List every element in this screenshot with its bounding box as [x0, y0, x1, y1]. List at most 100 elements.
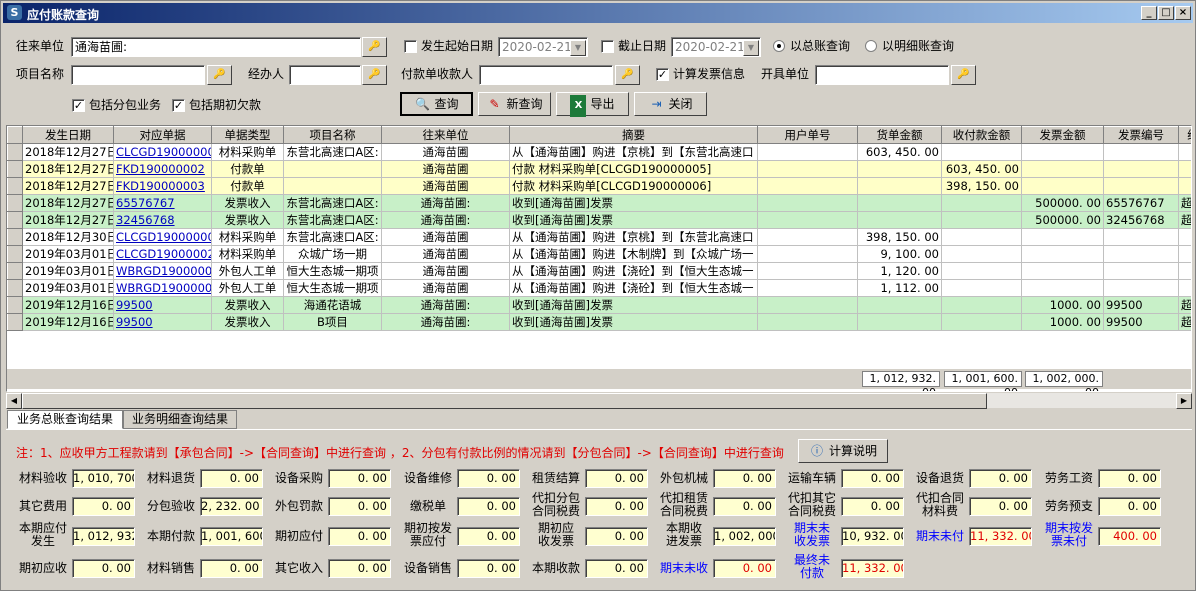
table-row[interactable]: 2019年12月16日 99500 发票收入 海通花语城 通海苗圃: 收到[通海苗圃]发票…: [7, 296, 1191, 314]
column-header[interactable]: 收付款金额: [941, 126, 1022, 144]
column-header[interactable]: 货单金额: [857, 126, 942, 144]
radio-detail[interactable]: [865, 40, 877, 52]
end-date-input[interactable]: 2020-02-21 ▼: [671, 37, 761, 57]
column-header[interactable]: 对应单据: [113, 126, 212, 144]
chevron-down-icon[interactable]: ▼: [743, 40, 759, 56]
column-header[interactable]: 发生日期: [22, 126, 114, 144]
summary-value[interactable]: 0. 00: [585, 469, 648, 488]
column-header[interactable]: 摘要: [509, 126, 758, 144]
row-indicator[interactable]: [7, 211, 23, 229]
summary-value[interactable]: 0. 00: [200, 469, 263, 488]
project-lookup-icon[interactable]: 🔑: [207, 65, 232, 85]
row-indicator[interactable]: [7, 228, 23, 246]
chevron-down-icon[interactable]: ▼: [570, 40, 586, 56]
export-button[interactable]: X 导出: [556, 92, 629, 117]
row-indicator[interactable]: [7, 194, 23, 212]
doc-link[interactable]: FKD190000003: [116, 179, 205, 193]
close-button[interactable]: ⇥ 关闭: [634, 92, 707, 116]
summary-value[interactable]: 1, 001, 600.: [200, 527, 263, 546]
summary-value[interactable]: 0. 00: [457, 527, 520, 546]
doc-link[interactable]: CLCGD190000022: [116, 247, 211, 261]
table-row[interactable]: 2018年12月30日 CLCGD190000006 材料采购单 东营北高速口A区: 通…: [7, 228, 1191, 246]
summary-value[interactable]: 0. 00: [72, 497, 135, 516]
calc-explain-button[interactable]: ⓘ 计算说明: [798, 439, 888, 463]
table-row[interactable]: 2018年12月27日 32456768 发票收入 东营北高速口A区: 通海苗圃: 收到[…: [7, 211, 1191, 229]
summary-value[interactable]: 0. 00: [328, 559, 391, 578]
table-row[interactable]: 2019年12月16日 99500 发票收入 B项目 通海苗圃: 收到[通海苗圃]发票 10…: [7, 313, 1191, 331]
table-row[interactable]: 2019年03月01日 CLCGD190000022 材料采购单 众城广场一期 通海苗圃…: [7, 245, 1191, 263]
summary-value[interactable]: 0. 00: [457, 559, 520, 578]
issuer-lookup-icon[interactable]: 🔑: [951, 65, 976, 85]
invoice-info-checkbox[interactable]: ✓: [656, 68, 669, 81]
row-indicator[interactable]: [7, 296, 23, 314]
summary-value[interactable]: 10, 932. 00: [841, 527, 904, 546]
summary-value[interactable]: 0. 00: [841, 497, 904, 516]
summary-value[interactable]: 0. 00: [457, 497, 520, 516]
payee-input[interactable]: [479, 65, 613, 85]
summary-value[interactable]: 0. 00: [969, 497, 1032, 516]
column-header[interactable]: 用户单号: [757, 126, 858, 144]
minimize-button[interactable]: _: [1141, 6, 1157, 20]
summary-value[interactable]: 11, 332. 00: [969, 527, 1032, 546]
summary-value[interactable]: 0. 00: [585, 497, 648, 516]
payee-lookup-icon[interactable]: 🔑: [615, 65, 640, 85]
handler-lookup-icon[interactable]: 🔑: [362, 65, 387, 85]
handler-input[interactable]: [289, 65, 361, 85]
table-row[interactable]: 2019年03月01日WBRGD190000015外包人工单恒大生态城一期项通海…: [7, 279, 1191, 297]
row-indicator[interactable]: [7, 262, 23, 280]
vendor-input[interactable]: 通海苗圃:: [71, 37, 361, 57]
doc-link[interactable]: 65576767: [116, 196, 175, 210]
query-button[interactable]: 🔍 查询: [400, 92, 473, 116]
table-row[interactable]: 2018年12月27日 65576767 发票收入 东营北高速口A区: 通海苗圃: 收到[…: [7, 194, 1191, 212]
project-input[interactable]: [71, 65, 205, 85]
column-header[interactable]: 经: [1178, 126, 1191, 144]
summary-value[interactable]: 400. 00: [1098, 527, 1161, 546]
summary-value[interactable]: 0. 00: [585, 527, 648, 546]
tab-summary[interactable]: 业务总账查询结果: [7, 410, 123, 429]
column-header[interactable]: 单据类型: [211, 126, 284, 144]
close-window-button[interactable]: ×: [1175, 6, 1191, 20]
tab-detail[interactable]: 业务明细查询结果: [123, 410, 237, 429]
row-indicator[interactable]: [7, 313, 23, 331]
doc-link[interactable]: FKD190000002: [116, 162, 205, 176]
horizontal-scrollbar[interactable]: ◀ ▶: [6, 392, 1192, 409]
row-indicator[interactable]: [7, 160, 23, 178]
scroll-left-icon[interactable]: ◀: [6, 393, 22, 409]
summary-value[interactable]: 11, 332. 00: [841, 559, 904, 578]
column-header[interactable]: 往来单位: [381, 126, 510, 144]
results-grid[interactable]: 发生日期 对应单据 单据类型 项目名称 往来单位 摘要 用户单号 货单金额 收付款金额 发票金额发…: [6, 125, 1192, 392]
summary-value[interactable]: 0. 00: [328, 469, 391, 488]
row-indicator[interactable]: [7, 177, 23, 195]
summary-value[interactable]: 0. 00: [713, 469, 776, 488]
summary-value[interactable]: 1, 010, 700.: [72, 469, 135, 488]
summary-value[interactable]: 0. 00: [457, 469, 520, 488]
doc-link[interactable]: WBRGD190000014: [116, 264, 211, 278]
scroll-thumb[interactable]: [22, 393, 987, 409]
row-indicator[interactable]: [7, 245, 23, 263]
table-row[interactable]: 2018年12月27日 FKD190000003 付款单 通海苗圃 付款 材料采购单[C…: [7, 177, 1191, 195]
summary-value[interactable]: 0. 00: [1098, 497, 1161, 516]
doc-link[interactable]: WBRGD190000015: [116, 281, 211, 295]
new-query-button[interactable]: ✎ 新查询: [478, 92, 551, 116]
vendor-lookup-icon[interactable]: 🔑: [362, 37, 387, 57]
doc-link[interactable]: CLCGD190000006: [116, 230, 211, 244]
doc-link[interactable]: 99500: [116, 298, 153, 312]
summary-value[interactable]: 0. 00: [969, 469, 1032, 488]
include-sub-checkbox[interactable]: ✓: [72, 99, 85, 112]
summary-value[interactable]: 0. 00: [328, 527, 391, 546]
include-initial-checkbox[interactable]: ✓: [172, 99, 185, 112]
summary-value[interactable]: 0. 00: [841, 469, 904, 488]
summary-value[interactable]: 0. 00: [72, 559, 135, 578]
summary-value[interactable]: 0. 00: [200, 559, 263, 578]
summary-value[interactable]: 1, 002, 000.: [713, 527, 776, 546]
summary-value[interactable]: 2, 232. 00: [200, 497, 263, 516]
column-header[interactable]: 发票金额: [1021, 126, 1104, 144]
start-date-checkbox[interactable]: [404, 40, 417, 53]
doc-link[interactable]: 99500: [116, 315, 153, 329]
row-indicator[interactable]: [7, 279, 23, 297]
table-row[interactable]: 2018年12月27日 CLCGD190000005 材料采购单 东营北高速口A区: 通…: [7, 143, 1191, 161]
summary-value[interactable]: 0. 00: [1098, 469, 1161, 488]
summary-value[interactable]: 0. 00: [585, 559, 648, 578]
maximize-button[interactable]: □: [1158, 6, 1174, 20]
scroll-right-icon[interactable]: ▶: [1176, 393, 1192, 409]
